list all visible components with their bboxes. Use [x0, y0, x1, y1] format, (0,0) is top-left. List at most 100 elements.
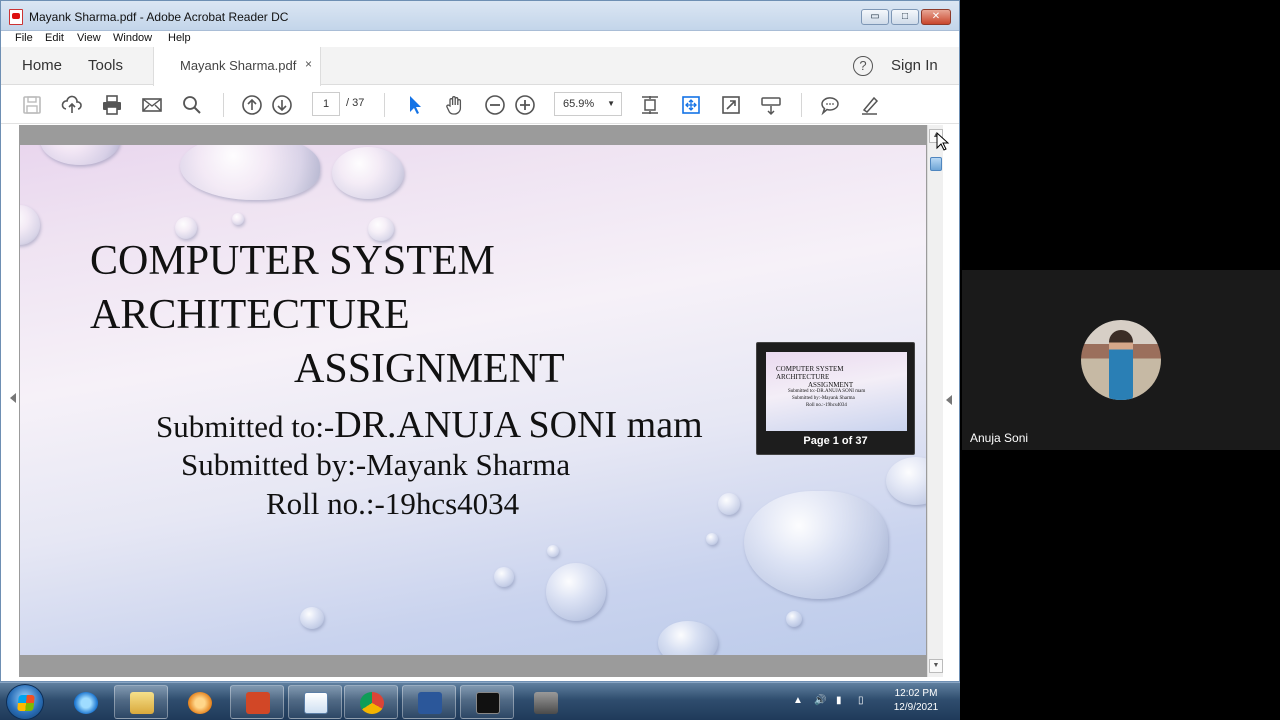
minimize-button[interactable]: ▭ [861, 9, 889, 25]
hand-tool-icon[interactable] [444, 94, 466, 116]
zoom-level-value: 65.9% [563, 98, 595, 110]
thumbnail-text: ARCHITECTURE [776, 373, 830, 381]
slide-title-line-1: COMPUTER SYSTEM [90, 238, 495, 284]
page-total: / 37 [346, 97, 365, 109]
upload-cloud-icon[interactable] [61, 94, 83, 116]
water-drop-decoration [332, 147, 404, 199]
submitted-by-line: Submitted by:-Mayank Sharma [181, 447, 571, 482]
water-drop-decoration [706, 533, 718, 545]
slide-title-line-2: ARCHITECTURE [90, 292, 410, 338]
taskbar-cpu-sim[interactable] [518, 685, 572, 719]
participant-name: Anuja Soni [970, 431, 1029, 445]
zoom-level-select[interactable]: 65.9% ▼ [554, 92, 622, 116]
water-drop-decoration [886, 457, 926, 505]
thumbnail-text: Submitted by:-Mayank Sharma [792, 396, 855, 401]
zoom-out-icon[interactable] [484, 94, 506, 116]
network-icon[interactable]: ▮ [836, 695, 842, 706]
participant-avatar [1081, 320, 1161, 400]
toolbar-divider [801, 93, 802, 117]
windows-logo-icon [17, 695, 35, 711]
title-bar: Mayank Sharma.pdf - Adobe Acrobat Reader… [1, 1, 959, 31]
search-icon[interactable] [181, 94, 203, 116]
water-drop-decoration [658, 621, 718, 655]
menu-view[interactable]: View [77, 32, 101, 44]
power-icon[interactable]: ▯ [858, 695, 864, 706]
water-drop-decoration [175, 217, 197, 239]
menu-file[interactable]: File [15, 32, 33, 44]
roll-no-line: Roll no.:-19hcs4034 [266, 486, 520, 521]
comment-icon[interactable] [819, 94, 841, 116]
select-cursor-icon[interactable] [404, 94, 426, 116]
full-screen-icon[interactable] [720, 94, 742, 116]
left-pane-toggle-icon[interactable] [10, 393, 16, 403]
taskbar-media-player[interactable] [172, 685, 226, 719]
taskbar-notepad[interactable] [288, 685, 342, 719]
print-icon[interactable] [101, 94, 123, 116]
menu-bar: File Edit View Window Help [1, 31, 959, 47]
acrobat-window: Mayank Sharma.pdf - Adobe Acrobat Reader… [0, 0, 960, 682]
water-drop-decoration [718, 493, 740, 515]
participant-video-tile: Anuja Soni [962, 270, 1280, 450]
water-drop-decoration [744, 491, 888, 599]
file-explorer-icon [130, 692, 154, 714]
taskbar-word[interactable] [402, 685, 456, 719]
submitted-to-label: Submitted to:- [156, 409, 335, 444]
thumbnail-page-label: Page 1 of 37 [803, 435, 868, 447]
internet-explorer-icon [74, 692, 98, 714]
acrobat-pdf-icon [9, 9, 23, 25]
vertical-scrollbar[interactable]: ▲ ▼ [927, 125, 943, 677]
window-title: Mayank Sharma.pdf - Adobe Acrobat Reader… [29, 10, 289, 24]
close-tab-icon[interactable]: × [305, 57, 312, 71]
scrollbar-thumb[interactable] [930, 157, 942, 171]
right-pane-toggle-icon[interactable] [946, 395, 952, 405]
taskbar-clock[interactable]: 12:02 PM 12/9/2021 [886, 687, 946, 715]
start-button[interactable] [6, 684, 44, 720]
chrome-icon [360, 692, 384, 714]
taskbar-internet-explorer[interactable] [58, 685, 112, 719]
menu-help[interactable]: Help [168, 32, 191, 44]
menu-edit[interactable]: Edit [45, 32, 64, 44]
powerpoint-icon [246, 692, 270, 714]
water-drop-decoration [20, 205, 40, 245]
thumbnail-text: Roll no.:-19hcs4034 [806, 403, 847, 408]
participant-figure [1109, 330, 1133, 400]
left-pane-strip [1, 125, 19, 677]
thumbnail-text: Submitted to:-DR.ANUJA SONI mam [788, 389, 866, 394]
tab-home[interactable]: Home [22, 57, 62, 74]
command-prompt-icon [476, 692, 500, 714]
show-hidden-icons-icon[interactable]: ▲ [793, 695, 803, 706]
toolbar-divider [223, 93, 224, 117]
toolbar-divider [384, 93, 385, 117]
previous-page-icon[interactable] [241, 94, 263, 116]
highlight-pen-icon[interactable] [859, 94, 881, 116]
water-drop-decoration [547, 545, 559, 557]
scroll-mode-icon[interactable] [680, 94, 702, 116]
fit-page-icon[interactable] [639, 94, 661, 116]
taskbar-command-prompt[interactable] [460, 685, 514, 719]
page-thumbnail-popup: COMPUTER SYSTEM ARCHITECTURE ASSIGNMENT … [756, 342, 915, 455]
sign-in-button[interactable]: Sign In [891, 57, 938, 74]
menu-window[interactable]: Window [113, 32, 152, 44]
water-drop-decoration [232, 213, 244, 225]
next-page-icon[interactable] [271, 94, 293, 116]
keyboard-input-icon[interactable] [760, 94, 782, 116]
notepad-icon [304, 692, 328, 714]
water-drop-decoration [494, 567, 514, 587]
tab-tools[interactable]: Tools [88, 57, 123, 74]
scroll-down-button[interactable]: ▼ [929, 659, 943, 673]
save-icon[interactable] [21, 94, 43, 116]
clock-time: 12:02 PM [894, 688, 938, 699]
close-button[interactable]: ✕ [921, 9, 951, 25]
email-icon[interactable] [141, 94, 163, 116]
mouse-pointer-icon [936, 132, 950, 151]
taskbar-powerpoint[interactable] [230, 685, 284, 719]
tab-bar: Home Tools Mayank Sharma.pdf × ? Sign In [1, 47, 959, 86]
help-icon[interactable]: ? [853, 56, 873, 76]
zoom-in-icon[interactable] [514, 94, 536, 116]
taskbar-chrome[interactable] [344, 685, 398, 719]
page-number-input[interactable]: 1 [312, 92, 340, 116]
taskbar-file-explorer[interactable] [114, 685, 168, 719]
maximize-button[interactable]: □ [891, 9, 919, 25]
tab-document[interactable]: Mayank Sharma.pdf × [153, 47, 321, 86]
volume-icon[interactable]: 🔊 [814, 695, 826, 706]
